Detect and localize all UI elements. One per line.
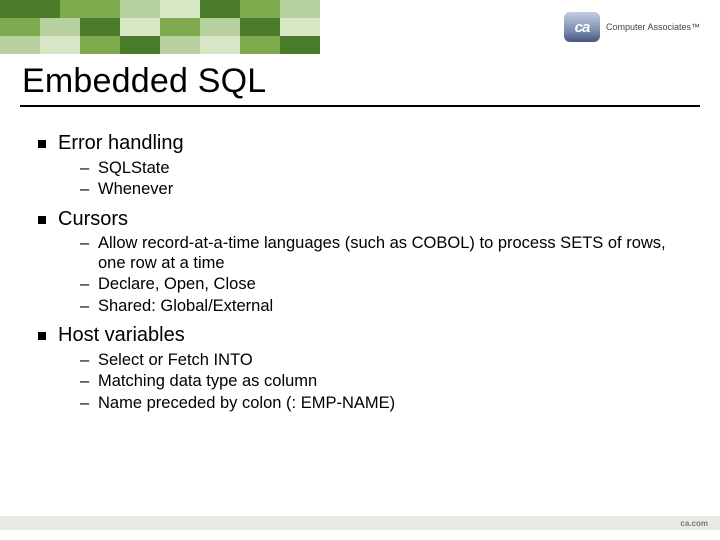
section-heading: Cursors xyxy=(38,208,688,232)
slide: ca Computer Associates™ Embedded SQL Err… xyxy=(0,0,720,540)
list-item-text: Matching data type as column xyxy=(98,372,688,391)
list-item: –Declare, Open, Close xyxy=(80,275,688,294)
list-item: –SQLState xyxy=(80,159,688,178)
dash-bullet-icon: – xyxy=(80,394,92,413)
company-logo-text: Computer Associates™ xyxy=(606,22,700,32)
list-item-text: SQLState xyxy=(98,159,688,178)
section-heading-text: Host variables xyxy=(58,324,185,348)
list-item: –Whenever xyxy=(80,180,688,199)
dash-bullet-icon: – xyxy=(80,275,92,294)
dash-bullet-icon: – xyxy=(80,180,92,199)
list-item-text: Shared: Global/External xyxy=(98,297,688,316)
square-bullet-icon xyxy=(38,140,46,148)
list-item-text: Declare, Open, Close xyxy=(98,275,688,294)
section-heading-text: Error handling xyxy=(58,132,184,156)
list-item-text: Whenever xyxy=(98,180,688,199)
list-item-text: Name preceded by colon (: EMP-NAME) xyxy=(98,394,688,413)
list-item: –Allow record-at-a-time languages (such … xyxy=(80,234,688,273)
section-heading-text: Cursors xyxy=(58,208,128,232)
square-bullet-icon xyxy=(38,332,46,340)
list-item-text: Select or Fetch INTO xyxy=(98,351,688,370)
list-item: –Select or Fetch INTO xyxy=(80,351,688,370)
list-item-text: Allow record-at-a-time languages (such a… xyxy=(98,234,688,273)
section-heading: Host variables xyxy=(38,324,688,348)
logo-block: ca Computer Associates™ xyxy=(560,0,720,54)
footer-bar xyxy=(0,516,720,530)
dash-bullet-icon: – xyxy=(80,234,92,273)
company-logo-icon: ca xyxy=(564,12,600,42)
footer-text: ca.com xyxy=(680,519,708,528)
dash-bullet-icon: – xyxy=(80,297,92,316)
dash-bullet-icon: – xyxy=(80,159,92,178)
list-item: –Matching data type as column xyxy=(80,372,688,391)
title-wrap: Embedded SQL xyxy=(20,60,700,107)
content: Error handling –SQLState –Whenever Curso… xyxy=(38,128,688,415)
dash-bullet-icon: – xyxy=(80,372,92,391)
page-title: Embedded SQL xyxy=(20,60,700,107)
dash-bullet-icon: – xyxy=(80,351,92,370)
list-item: –Name preceded by colon (: EMP-NAME) xyxy=(80,394,688,413)
list-item: –Shared: Global/External xyxy=(80,297,688,316)
section-heading: Error handling xyxy=(38,132,688,156)
square-bullet-icon xyxy=(38,216,46,224)
